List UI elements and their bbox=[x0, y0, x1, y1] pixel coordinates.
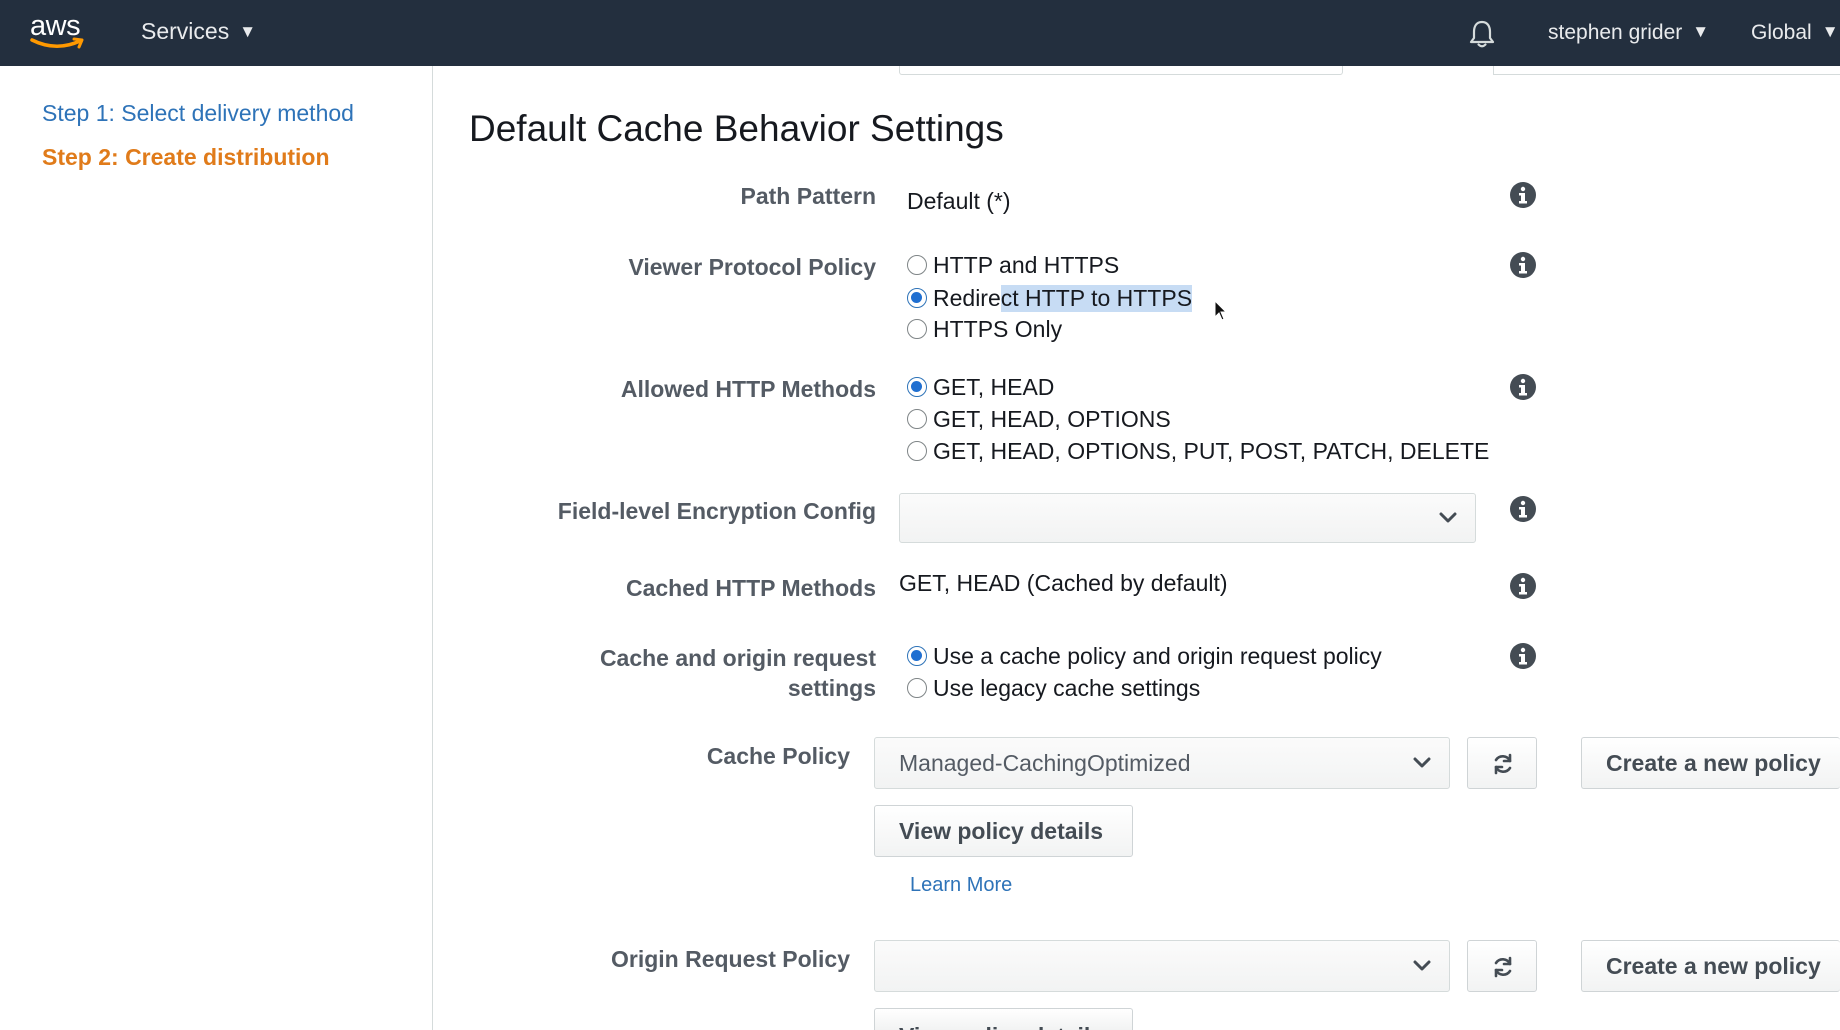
info-icon[interactable] bbox=[1509, 495, 1537, 523]
select-value: Managed-CachingOptimized bbox=[899, 750, 1191, 776]
viewer-protocol-policy-label: Viewer Protocol Policy bbox=[628, 254, 876, 280]
cache-policy-select[interactable]: Managed-CachingOptimized bbox=[874, 737, 1450, 789]
refresh-origin-request-policy-button[interactable] bbox=[1467, 940, 1537, 992]
cache-policy-label: Cache Policy bbox=[706, 743, 850, 769]
info-icon[interactable] bbox=[1509, 642, 1537, 670]
aws-smile-icon bbox=[30, 37, 84, 49]
field-level-encryption-label: Field-level Encryption Config bbox=[557, 498, 876, 524]
refresh-cache-policy-button[interactable] bbox=[1467, 737, 1537, 789]
view-origin-request-policy-details-button[interactable]: View policy details bbox=[874, 1008, 1133, 1030]
radio-label: Use legacy cache settings bbox=[933, 674, 1201, 701]
cut-off-field-above bbox=[1493, 66, 1840, 75]
radio-label: Redire bbox=[933, 284, 1001, 311]
radio-button-selected[interactable] bbox=[907, 377, 927, 397]
radio-option-use-cache-policy[interactable]: Use a cache policy and origin request po… bbox=[907, 642, 1382, 670]
region-menu[interactable]: Global ▼ bbox=[1751, 21, 1839, 45]
top-navigation-bar: aws Services ▼ stephen grider ▼ Global ▼ bbox=[0, 0, 1840, 66]
radio-label: GET, HEAD bbox=[933, 373, 1055, 400]
refresh-icon bbox=[1494, 956, 1512, 978]
radio-button-selected[interactable] bbox=[907, 288, 927, 308]
region-menu-label: Global bbox=[1751, 21, 1812, 44]
chevron-down-icon bbox=[1439, 512, 1457, 523]
user-menu-label: stephen grider bbox=[1548, 21, 1683, 44]
info-icon[interactable] bbox=[1509, 251, 1537, 279]
origin-request-policy-select[interactable] bbox=[874, 940, 1450, 992]
radio-option-redirect-http-to-https[interactable]: Redire ct HTTP to HTTPS bbox=[907, 284, 1193, 312]
mouse-cursor-icon bbox=[1214, 300, 1228, 321]
radio-label: HTTP and HTTPS bbox=[933, 251, 1120, 278]
cache-origin-settings-label: Cache and origin request settings bbox=[500, 643, 876, 703]
origin-request-policy-label: Origin Request Policy bbox=[611, 946, 850, 972]
services-menu-label: Services bbox=[141, 18, 230, 44]
info-icon[interactable] bbox=[1509, 181, 1537, 209]
info-icon[interactable] bbox=[1509, 572, 1537, 600]
refresh-icon bbox=[1494, 753, 1512, 775]
radio-label: Use a cache policy and origin request po… bbox=[933, 642, 1382, 669]
label-line: settings bbox=[787, 675, 876, 701]
radio-button[interactable] bbox=[907, 678, 927, 698]
info-icon[interactable] bbox=[1509, 373, 1537, 401]
radio-button[interactable] bbox=[907, 409, 927, 429]
services-menu[interactable]: Services ▼ bbox=[141, 18, 256, 45]
step-2-current: Step 2: Create distribution bbox=[42, 144, 330, 170]
cut-off-field-above bbox=[899, 66, 1343, 75]
field-level-encryption-select[interactable] bbox=[899, 493, 1476, 543]
path-pattern-value: Default (*) bbox=[907, 188, 1011, 214]
view-cache-policy-details-button[interactable]: View policy details bbox=[874, 805, 1133, 857]
path-pattern-label: Path Pattern bbox=[740, 183, 876, 209]
radio-button[interactable] bbox=[907, 319, 927, 339]
selected-text-highlight: ct HTTP to HTTPS bbox=[1000, 284, 1193, 312]
radio-option-get-head-options[interactable]: GET, HEAD, OPTIONS bbox=[907, 405, 1171, 433]
create-cache-policy-button[interactable]: Create a new policy bbox=[1581, 737, 1840, 789]
radio-button[interactable] bbox=[907, 441, 927, 461]
cached-http-methods-label: Cached HTTP Methods bbox=[625, 575, 876, 601]
wizard-steps-sidebar: Step 1: Select delivery method Step 2: C… bbox=[0, 66, 433, 1030]
radio-button[interactable] bbox=[907, 255, 927, 275]
radio-option-http-and-https[interactable]: HTTP and HTTPS bbox=[907, 251, 1119, 279]
radio-option-all-methods[interactable]: GET, HEAD, OPTIONS, PUT, POST, PATCH, DE… bbox=[907, 437, 1489, 465]
user-menu[interactable]: stephen grider ▼ bbox=[1548, 21, 1709, 45]
allowed-http-methods-label: Allowed HTTP Methods bbox=[620, 376, 876, 402]
caret-down-icon: ▼ bbox=[1821, 22, 1839, 41]
radio-label: GET, HEAD, OPTIONS bbox=[933, 405, 1171, 432]
learn-more-link[interactable]: Learn More bbox=[910, 874, 1012, 897]
radio-button-selected[interactable] bbox=[907, 646, 927, 666]
radio-label: HTTPS Only bbox=[933, 315, 1063, 342]
radio-option-get-head[interactable]: GET, HEAD bbox=[907, 373, 1054, 401]
create-origin-request-policy-button[interactable]: Create a new policy bbox=[1581, 940, 1840, 992]
cached-http-methods-value: GET, HEAD (Cached by default) bbox=[899, 570, 1228, 596]
aws-logo[interactable]: aws bbox=[28, 10, 88, 54]
section-title: Default Cache Behavior Settings bbox=[469, 108, 1004, 149]
step-1-link[interactable]: Step 1: Select delivery method bbox=[42, 100, 354, 127]
radio-option-legacy-cache[interactable]: Use legacy cache settings bbox=[907, 674, 1200, 702]
notification-bell-icon[interactable] bbox=[1466, 18, 1498, 50]
label-line: Cache and origin request bbox=[599, 645, 876, 671]
radio-option-https-only[interactable]: HTTPS Only bbox=[907, 315, 1062, 343]
caret-down-icon: ▼ bbox=[1692, 22, 1710, 41]
caret-down-icon: ▼ bbox=[239, 22, 257, 41]
radio-label: GET, HEAD, OPTIONS, PUT, POST, PATCH, DE… bbox=[933, 437, 1490, 464]
chevron-down-icon bbox=[1413, 960, 1431, 971]
chevron-down-icon bbox=[1413, 757, 1431, 768]
